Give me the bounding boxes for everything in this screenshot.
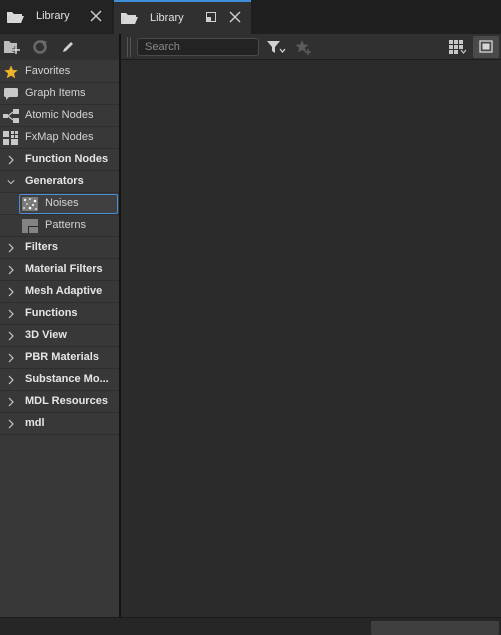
- chevron-right-icon[interactable]: [7, 375, 15, 385]
- category-tree: Favorites Graph Items Atomic Nodes FxMap…: [0, 61, 119, 435]
- sidebar-item-label: Substance Mo...: [25, 373, 109, 385]
- sidebar-item-mdl[interactable]: mdl: [0, 413, 119, 435]
- grid-icon: [3, 131, 18, 145]
- thumbnail-view-icon: [479, 40, 493, 53]
- sidebar-item-3d-view[interactable]: 3D View: [0, 325, 119, 347]
- chevron-right-icon[interactable]: [7, 331, 15, 341]
- chevron-right-icon[interactable]: [7, 309, 15, 319]
- comment-icon: [4, 88, 18, 100]
- chevron-right-icon[interactable]: [7, 243, 15, 253]
- noise-thumbnail-icon: [22, 197, 38, 211]
- view-mode-list-icon[interactable]: [448, 38, 468, 56]
- float-window-icon[interactable]: [204, 10, 218, 24]
- sidebar-item-filters[interactable]: Filters: [0, 237, 119, 259]
- close-icon[interactable]: [89, 9, 103, 23]
- sidebar-item-label: PBR Materials: [25, 351, 99, 363]
- chevron-right-icon[interactable]: [7, 419, 15, 429]
- sidebar-toolbar: [0, 34, 119, 60]
- sidebar-item-label: mdl: [25, 417, 45, 429]
- nodes-icon: [3, 109, 19, 123]
- chevron-right-icon[interactable]: [7, 155, 15, 165]
- sidebar-item-label: FxMap Nodes: [25, 131, 94, 143]
- sidebar-item-functions[interactable]: Functions: [0, 303, 119, 325]
- tab-label: Library: [150, 12, 184, 24]
- tab-library-active[interactable]: Library: [114, 0, 251, 34]
- refresh-button[interactable]: [31, 38, 49, 56]
- tab-label: Library: [36, 10, 70, 22]
- library-window: Library Library Favorites Graph Items At…: [0, 0, 501, 635]
- category-sidebar: Favorites Graph Items Atomic Nodes FxMap…: [0, 34, 119, 617]
- bottom-bar: [0, 617, 501, 635]
- filter-icon[interactable]: [266, 39, 286, 55]
- new-folder-button[interactable]: [3, 38, 21, 56]
- sidebar-item-label: Generators: [25, 175, 84, 187]
- sidebar-item-label: Functions: [25, 307, 78, 319]
- pencil-icon: [63, 42, 73, 52]
- folder-open-icon: [7, 12, 24, 23]
- star-icon: [4, 65, 18, 79]
- sidebar-item-label: Graph Items: [25, 87, 86, 99]
- sidebar-item-noises[interactable]: Noises: [0, 193, 119, 215]
- sidebar-item-mesh-adaptive[interactable]: Mesh Adaptive: [0, 281, 119, 303]
- toolbar-grip-handle[interactable]: [127, 37, 131, 57]
- sidebar-item-label: Noises: [45, 197, 79, 209]
- sidebar-item-label: Material Filters: [25, 263, 103, 275]
- sidebar-item-atomic-nodes[interactable]: Atomic Nodes: [0, 105, 119, 127]
- sidebar-item-label: Favorites: [25, 65, 71, 77]
- sidebar-item-label: Filters: [25, 241, 59, 253]
- sidebar-item-patterns[interactable]: Patterns: [0, 215, 119, 237]
- folder-open-icon: [121, 13, 138, 24]
- sidebar-item-substance-models[interactable]: Substance Mo...: [0, 369, 119, 391]
- chevron-right-icon[interactable]: [7, 397, 15, 407]
- tab-library-inactive[interactable]: Library: [0, 0, 112, 34]
- edit-button[interactable]: [59, 38, 77, 56]
- sidebar-item-mdl-resources[interactable]: MDL Resources: [0, 391, 119, 413]
- sidebar-item-fxmap-nodes[interactable]: FxMap Nodes: [0, 127, 119, 149]
- content-toolbar: [121, 34, 501, 60]
- sidebar-item-favorites[interactable]: Favorites: [0, 61, 119, 83]
- sidebar-item-label: 3D View: [25, 329, 67, 341]
- search-input[interactable]: [137, 38, 259, 56]
- horizontal-scrollbar[interactable]: [371, 621, 499, 635]
- sidebar-item-graph-items[interactable]: Graph Items: [0, 83, 119, 105]
- sidebar-item-material-filters[interactable]: Material Filters: [0, 259, 119, 281]
- chevron-down-icon[interactable]: [7, 177, 15, 187]
- pattern-thumbnail-icon: [22, 219, 38, 233]
- sidebar-item-generators[interactable]: Generators: [0, 171, 119, 193]
- chevron-right-icon[interactable]: [7, 353, 15, 363]
- library-content-panel: [121, 34, 501, 617]
- chevron-right-icon[interactable]: [7, 265, 15, 275]
- refresh-icon: [33, 40, 47, 54]
- sidebar-item-label: Mesh Adaptive: [25, 285, 103, 297]
- tab-bar: Library Library: [0, 0, 501, 34]
- new-folder-icon: [4, 41, 20, 54]
- close-icon[interactable]: [228, 10, 242, 24]
- sidebar-item-function-nodes[interactable]: Function Nodes: [0, 149, 119, 171]
- sidebar-item-label: Function Nodes: [25, 153, 109, 165]
- sidebar-item-pbr-materials[interactable]: PBR Materials: [0, 347, 119, 369]
- sidebar-item-label: MDL Resources: [25, 395, 108, 407]
- sidebar-item-label: Atomic Nodes: [25, 109, 94, 121]
- favorite-filter-icon[interactable]: [294, 38, 312, 56]
- chevron-right-icon[interactable]: [7, 287, 15, 297]
- view-mode-thumbnail-button[interactable]: [473, 36, 499, 58]
- sidebar-item-label: Patterns: [45, 219, 86, 231]
